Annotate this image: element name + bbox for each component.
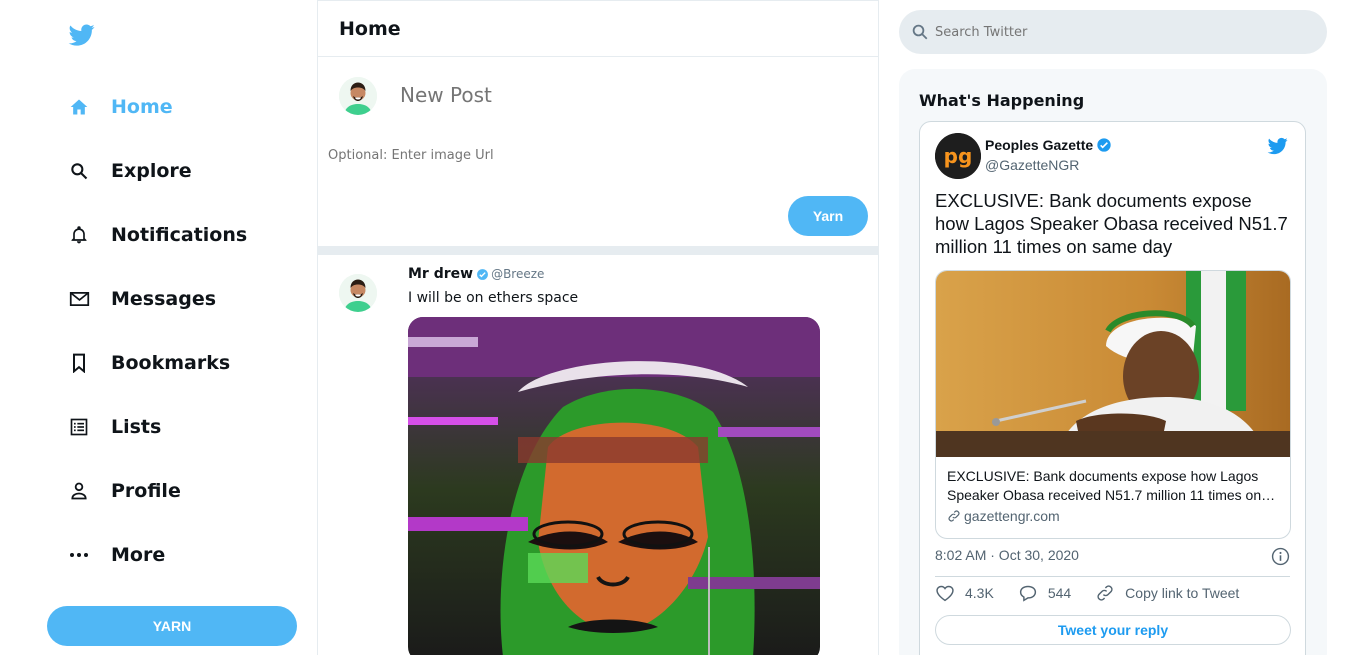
reply-icon (1019, 585, 1036, 602)
like-button[interactable]: 4.3K (935, 584, 994, 602)
person-icon (68, 480, 90, 502)
feed: Home Yarn (318, 0, 879, 655)
verified-badge-icon (1097, 138, 1111, 152)
new-post-input[interactable] (400, 83, 800, 107)
link-preview-title: EXCLUSIVE: Bank documents expose how Lag… (947, 468, 1262, 503)
avatar[interactable] (339, 77, 377, 115)
tweet-your-reply-button[interactable]: Tweet your reply (935, 615, 1291, 645)
sidebar-item-label: Explore (111, 160, 192, 182)
tweet-text: EXCLUSIVE: Bank documents expose how Lag… (935, 190, 1288, 257)
post[interactable]: Mr drew @Breeze I will be on ethers spac… (318, 255, 878, 655)
mail-icon (68, 288, 90, 310)
reply-button[interactable]: 544 (1018, 584, 1071, 602)
search-icon (912, 24, 928, 40)
reply-count: 544 (1047, 585, 1072, 601)
sidebar-item-notifications[interactable]: Notifications (68, 215, 247, 255)
tweet-author-name[interactable]: Peoples Gazette (985, 137, 1093, 153)
like-count: 4.3K (965, 585, 994, 601)
verified-badge-icon (477, 268, 488, 280)
sidebar-item-label: Messages (111, 288, 217, 310)
sidebar-item-home[interactable]: Home (68, 87, 173, 127)
home-icon (68, 96, 90, 118)
svg-text:pg: pg (944, 144, 973, 168)
sidebar-item-label: Notifications (111, 224, 248, 246)
link-preview-domain: gazettengr.com (964, 508, 1060, 524)
post-image[interactable] (408, 317, 820, 655)
sidebar-item-lists[interactable]: Lists (68, 407, 161, 447)
list-icon (68, 416, 90, 438)
sidebar-item-label: Profile (111, 480, 181, 502)
avatar[interactable] (339, 274, 377, 312)
sidebar-item-bookmarks[interactable]: Bookmarks (68, 343, 230, 383)
post-text: I will be on ethers space (408, 290, 579, 306)
sidebar-item-label: Home (111, 96, 173, 118)
embedded-tweet[interactable]: pg Peoples Gazette @GazetteNGR EXCLUSIVE… (919, 121, 1306, 655)
heart-icon (936, 585, 954, 602)
twitter-bird-icon[interactable] (1267, 136, 1289, 156)
sidebar-item-label: Lists (111, 416, 162, 438)
sidebar-item-profile[interactable]: Profile (68, 471, 181, 511)
tweet-actions: 4.3K 544 Copy link to Tweet (935, 584, 1263, 602)
tweet-author-row: Peoples Gazette (985, 137, 1112, 153)
bookmark-icon (68, 352, 90, 374)
more-icon (68, 544, 90, 566)
yarn-submit-button[interactable]: Yarn (788, 196, 868, 236)
link-icon (1097, 585, 1113, 601)
tweet-composer: Yarn (318, 57, 878, 246)
widget-title: What's Happening (919, 91, 1085, 110)
divider (935, 576, 1290, 577)
link-preview-card[interactable]: EXCLUSIVE: Bank documents expose how Lag… (935, 270, 1291, 539)
tweet-author-handle[interactable]: @GazetteNGR (985, 157, 1079, 173)
search-bar[interactable] (899, 10, 1327, 54)
info-icon[interactable] (1271, 547, 1290, 566)
search-icon (68, 160, 90, 182)
sidebar-item-label: Bookmarks (111, 352, 231, 374)
avatar[interactable]: pg (935, 133, 981, 179)
image-url-input[interactable] (328, 148, 728, 163)
sidebar-item-explore[interactable]: Explore (68, 151, 192, 191)
sidebar-item-messages[interactable]: Messages (68, 279, 216, 319)
post-author-name[interactable]: Mr drew (408, 266, 473, 282)
page-title: Home (339, 17, 401, 40)
sidebar-item-label: More (111, 544, 166, 566)
copy-link-button[interactable]: Copy link to Tweet (1095, 584, 1239, 602)
twitter-logo-icon[interactable] (68, 22, 96, 48)
link-icon (948, 510, 960, 522)
link-preview-domain-row: gazettengr.com (947, 508, 1060, 524)
sidebar: Home Explore Notifications Messages Book… (0, 0, 318, 655)
copy-link-label: Copy link to Tweet (1125, 585, 1240, 601)
feed-header: Home (318, 1, 878, 57)
divider (318, 246, 878, 255)
post-author-handle: @Breeze (491, 267, 545, 281)
whats-happening-widget: What's Happening pg Peoples Gazette @Gaz… (899, 69, 1327, 655)
yarn-button[interactable]: YARN (47, 606, 297, 646)
search-input[interactable] (935, 24, 1295, 40)
post-header: Mr drew @Breeze (408, 266, 544, 282)
link-preview-image (936, 271, 1290, 457)
sidebar-item-more[interactable]: More (68, 535, 165, 575)
bell-icon (68, 224, 90, 246)
tweet-timestamp[interactable]: 8:02 AM · Oct 30, 2020 (935, 547, 1079, 563)
